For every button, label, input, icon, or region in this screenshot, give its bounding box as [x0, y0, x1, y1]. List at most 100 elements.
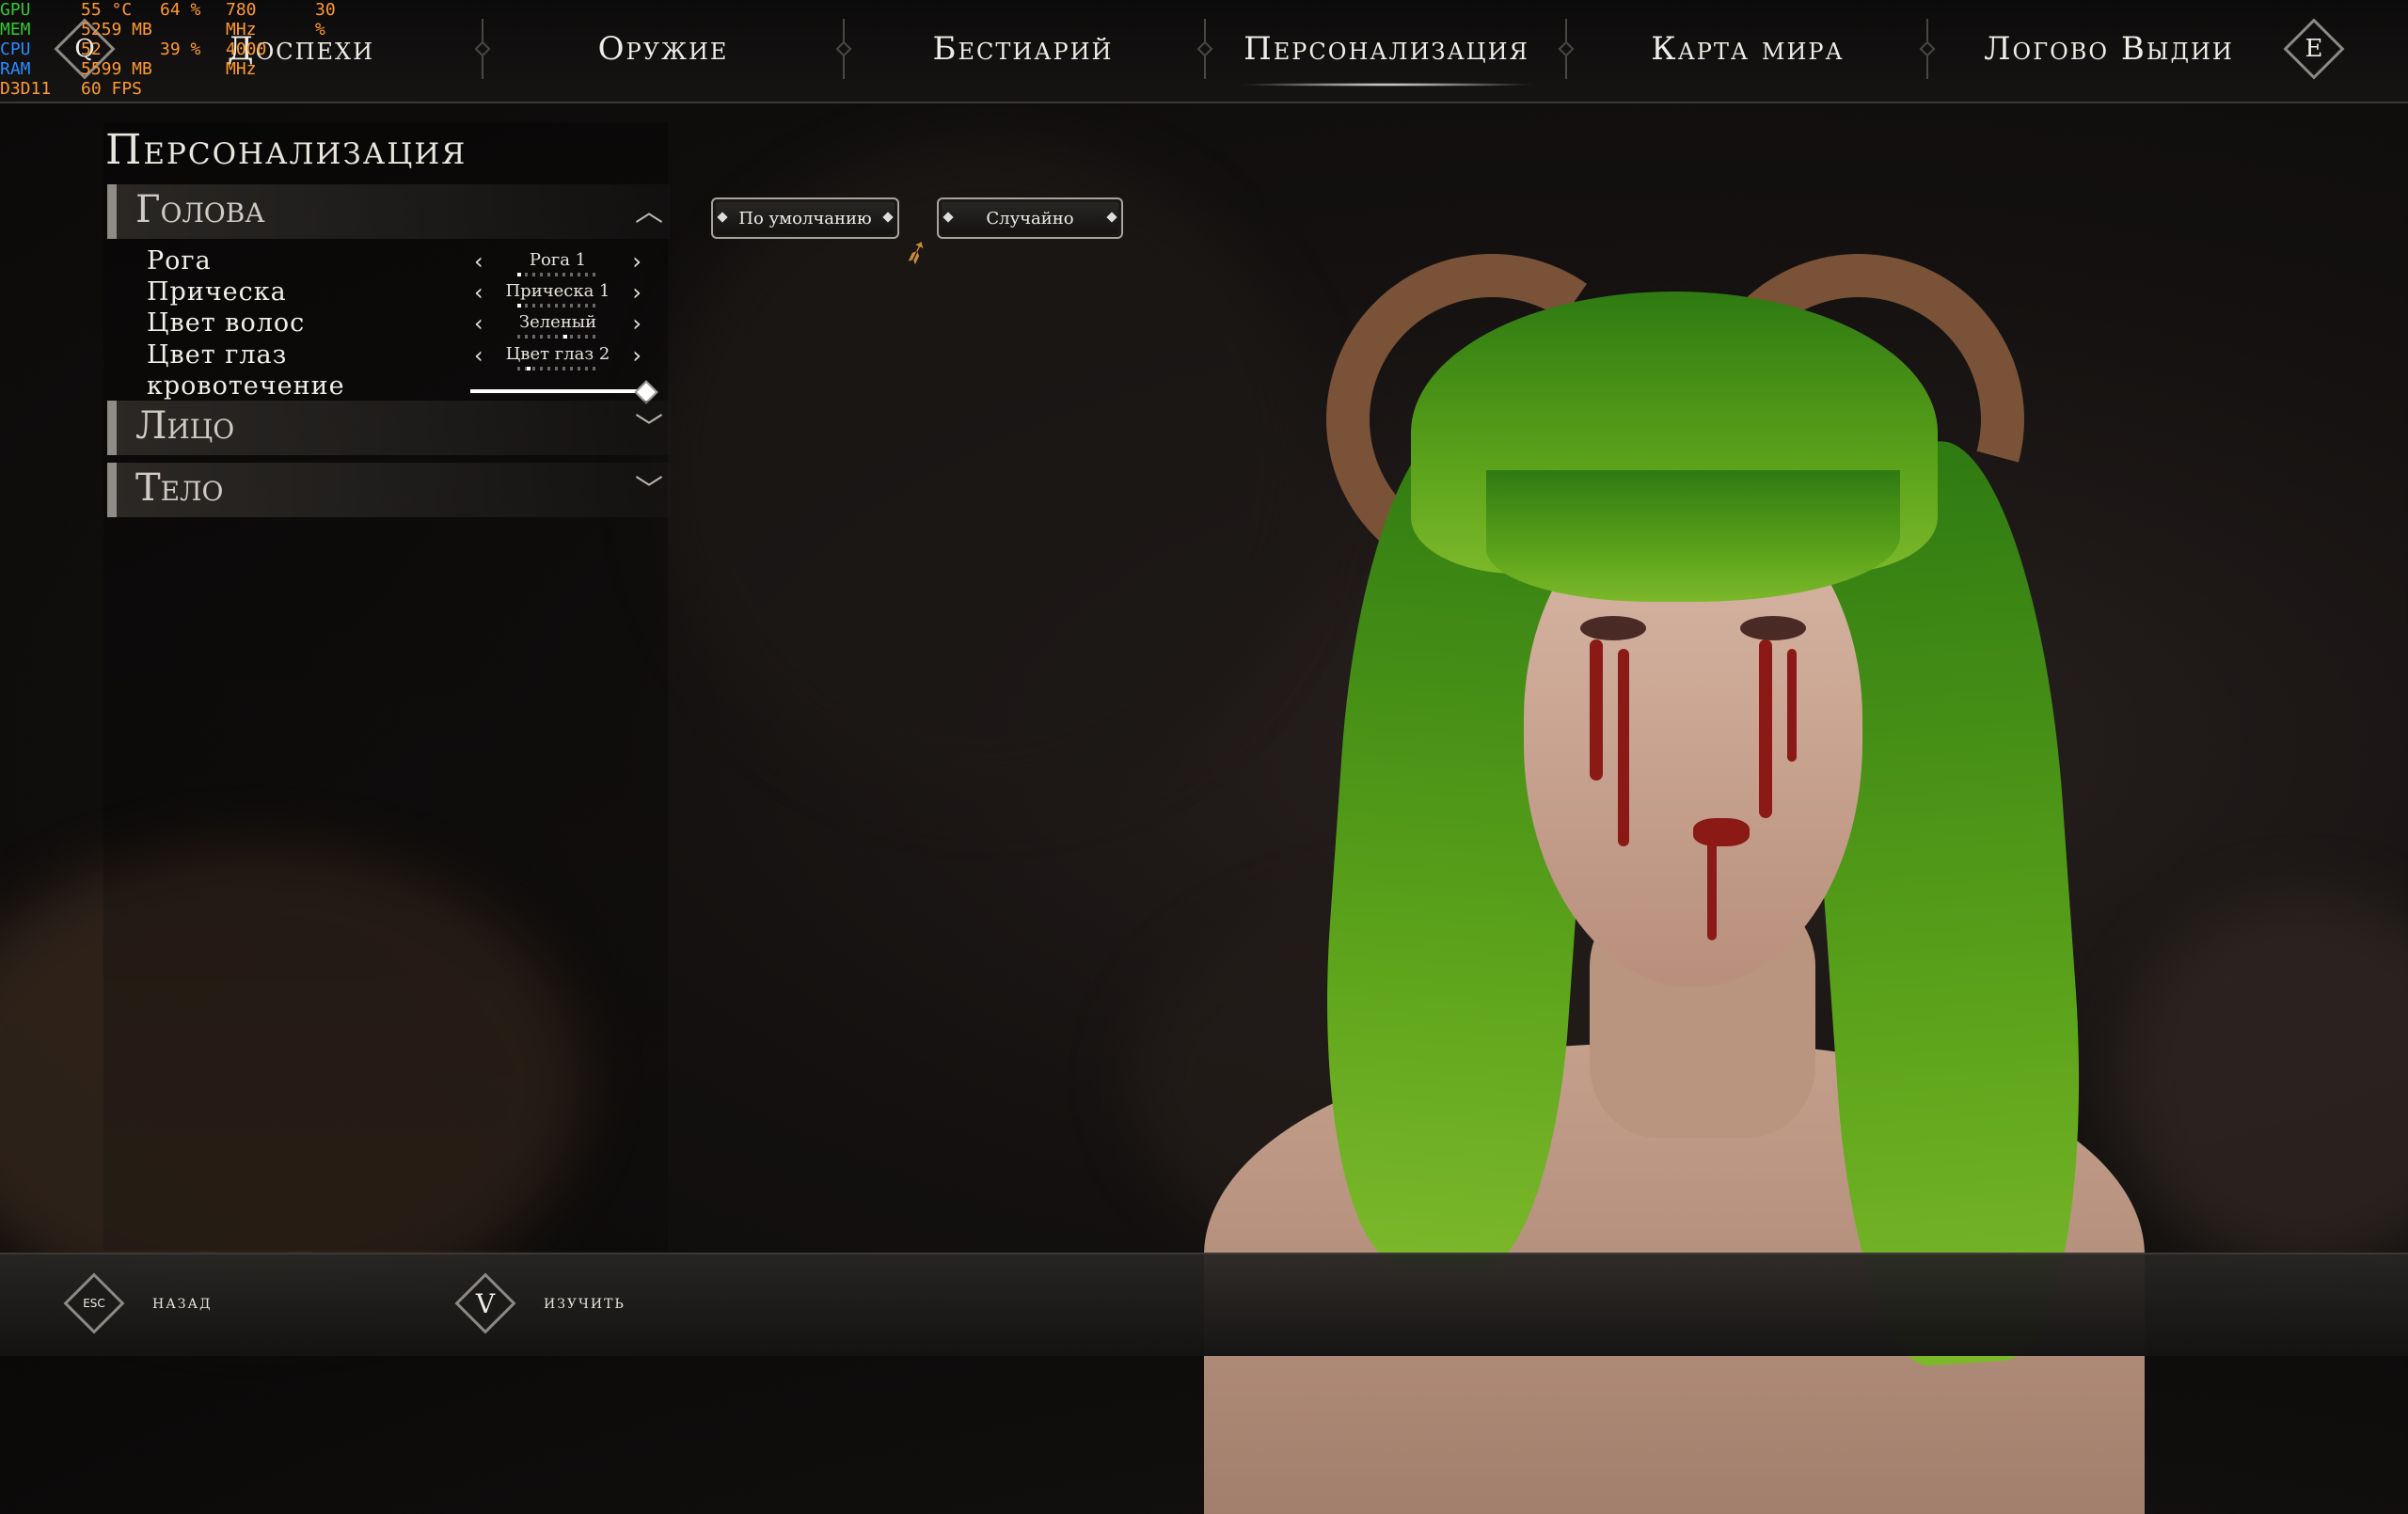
option-label-horns: Рога: [147, 246, 212, 276]
perf-row: D3D11 60 FPS: [0, 79, 207, 99]
perf-label: GPU: [0, 0, 31, 20]
character-preview[interactable]: [1166, 193, 2182, 1514]
chevron-left-icon[interactable]: ‹: [474, 248, 483, 275]
perf-value: 5259 MB: [81, 20, 152, 39]
chevron-right-icon[interactable]: ›: [632, 279, 642, 306]
tab-label: Логово Выдии: [1984, 30, 2234, 68]
selector-dot-active: [517, 304, 521, 308]
perf-value: 60 FPS: [81, 79, 143, 99]
selector-dots: [517, 273, 598, 276]
button-label: По умолчанию: [738, 208, 872, 229]
eye-right: [1740, 616, 1806, 640]
option-label-hair-color: Цвет волос: [147, 308, 306, 338]
blood-streak: [1707, 837, 1717, 940]
selector-value: Прическа 1: [505, 281, 610, 301]
section-body[interactable]: Тело ﹀: [107, 463, 670, 517]
perf-row: RAM 5599 MB: [0, 59, 207, 79]
panel-title: Персонализация: [105, 126, 467, 174]
chevron-right-icon[interactable]: ›: [632, 248, 642, 275]
key-glyph: V: [475, 1287, 496, 1319]
tab-world-map[interactable]: Карта мира: [1569, 0, 1926, 98]
perf-label: D3D11: [0, 79, 52, 99]
tab-label: Оружие: [597, 30, 729, 68]
section-head[interactable]: Голова ︿: [107, 184, 670, 239]
perf-value: 780 MHz: [226, 0, 257, 39]
blood-streak: [1590, 639, 1603, 781]
perf-value: 64 %: [160, 0, 201, 20]
chevron-left-icon[interactable]: ‹: [474, 310, 483, 337]
hair-fringe: [1486, 470, 1900, 602]
perf-row: MEM 5259 MB: [0, 20, 207, 39]
selector-dot-active: [526, 367, 531, 371]
chevron-right-icon[interactable]: ›: [632, 342, 642, 369]
horns-selector[interactable]: ‹ Рога 1 ›: [470, 248, 645, 278]
section-marker: [107, 463, 117, 517]
option-label-bleeding: кровотечение: [147, 371, 345, 401]
perf-row: GPU 55 °C 64 % 780 MHz 30 %: [0, 0, 336, 39]
tab-label: Карта мира: [1651, 30, 1845, 68]
tab-personalization[interactable]: Персонализация: [1208, 0, 1565, 98]
perf-label: MEM: [0, 20, 31, 39]
tab-vydia-lair[interactable]: Логово Выдии: [1930, 0, 2288, 98]
chevron-left-icon[interactable]: ‹: [474, 279, 483, 306]
performance-overlay: GPU 55 °C 64 % 780 MHz 30 % MEM 5259 MB CPU 52 39…: [0, 0, 336, 99]
perf-label: CPU: [0, 39, 31, 59]
section-label: Тело: [135, 466, 224, 510]
perf-row: CPU 52 39 % 4000 MHz: [0, 39, 266, 79]
perf-value: 4000 MHz: [226, 39, 267, 79]
tab-label: Бестиарий: [932, 30, 1114, 68]
blood-streak: [1618, 649, 1629, 846]
back-key[interactable]: ESC: [63, 1272, 125, 1334]
default-button[interactable]: По умолчанию: [711, 197, 899, 239]
selector-dot-active: [517, 273, 521, 276]
next-tab-key[interactable]: E: [2283, 18, 2345, 80]
selector-value: Зеленый: [518, 312, 597, 332]
chevron-right-icon[interactable]: ›: [632, 310, 642, 337]
perf-value: 5599 MB: [81, 59, 152, 79]
top-navigation: Доспехи Оружие Бестиарий Персонализация …: [0, 0, 2408, 103]
section-label: Голова: [135, 188, 265, 231]
section-marker: [107, 401, 117, 455]
selector-dots: [517, 335, 598, 339]
selector-dots: [517, 304, 598, 308]
key-glyph: E: [2305, 35, 2323, 63]
chevron-left-icon[interactable]: ‹: [474, 342, 483, 369]
perf-value: 55 °C: [81, 0, 133, 20]
hair-color-selector[interactable]: ‹ Зеленый ›: [470, 310, 645, 340]
perf-label: RAM: [0, 59, 31, 79]
selector-value: Цвет глаз 2: [505, 344, 610, 364]
nav-divider: [1926, 19, 1928, 79]
chevron-down-icon: ﹀: [635, 412, 663, 445]
perf-value: 30 %: [315, 0, 336, 39]
option-label-eye-color: Цвет глаз: [147, 340, 288, 370]
inspect-label[interactable]: изучить: [544, 1290, 626, 1313]
selector-dots: [517, 367, 598, 371]
tab-label: Персонализация: [1244, 30, 1529, 68]
blood-streak: [1787, 649, 1797, 762]
nav-divider: [843, 19, 845, 79]
option-label-hairstyle: Прическа: [147, 277, 287, 307]
tab-weapons[interactable]: Оружие: [489, 0, 837, 98]
nav-divider: [1565, 19, 1567, 79]
button-label: Случайно: [986, 208, 1074, 229]
key-glyph: ESC: [83, 1297, 105, 1310]
perf-value: 39 %: [160, 39, 201, 59]
inspect-key[interactable]: V: [454, 1272, 516, 1334]
blood-streak: [1759, 639, 1772, 818]
section-label: Лицо: [135, 404, 235, 448]
eye-color-selector[interactable]: ‹ Цвет глаз 2 ›: [470, 342, 645, 372]
chevron-up-icon: ︿: [635, 196, 663, 229]
nav-divider: [1204, 19, 1206, 79]
random-button[interactable]: Случайно: [937, 197, 1123, 239]
eye-left: [1580, 616, 1646, 640]
section-marker: [107, 184, 117, 239]
section-face[interactable]: Лицо ﹀: [107, 401, 670, 455]
bleeding-slider[interactable]: [470, 380, 658, 404]
tab-bestiary[interactable]: Бестиарий: [847, 0, 1199, 98]
hairstyle-selector[interactable]: ‹ Прическа 1 ›: [470, 279, 645, 309]
perf-value: 52: [81, 39, 102, 59]
slider-track[interactable]: [470, 389, 643, 393]
back-label[interactable]: назад: [152, 1290, 213, 1313]
selector-value: Рога 1: [529, 250, 587, 270]
bottom-bar: [0, 1253, 2408, 1356]
